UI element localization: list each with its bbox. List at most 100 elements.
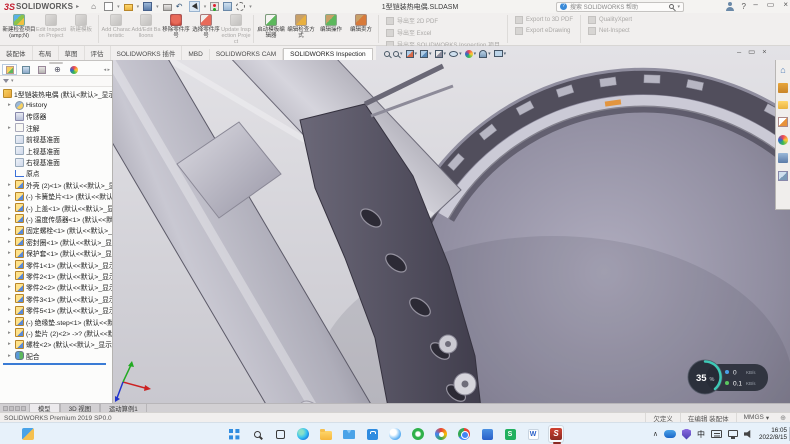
- expand-arrow-icon[interactable]: ▸: [8, 227, 15, 233]
- export-excel-button[interactable]: 导出至 Excel: [386, 28, 500, 37]
- expand-arrow-icon[interactable]: ▸: [8, 273, 15, 279]
- tab-mbd[interactable]: MBD: [182, 49, 209, 60]
- clock[interactable]: 16:05 2022/8/15: [759, 427, 787, 442]
- model-render[interactable]: 35 % 0 KB/s 0.1 KB/s: [113, 46, 790, 403]
- undo-icon[interactable]: ↶: [176, 2, 185, 11]
- tree-item-component[interactable]: ▸固定螺栓<1> (默认<<默认>_显示: [0, 225, 112, 236]
- view-settings-icon[interactable]: ▾: [494, 50, 507, 57]
- expand-arrow-icon[interactable]: ▸: [8, 182, 15, 188]
- search-caret-icon[interactable]: ▾: [677, 4, 680, 10]
- tree-item-component[interactable]: ▸(-) 卡簧垫片<1> (默认<<默认>_显: [0, 191, 112, 202]
- edit-inspection-methods-button[interactable]: 编辑检查方式: [286, 13, 316, 45]
- zoom-to-fit-icon[interactable]: [384, 51, 390, 57]
- tree-item-front-plane[interactable]: 前视基准面: [0, 134, 112, 145]
- propertymanager-tab[interactable]: [18, 64, 33, 75]
- security-shield-icon[interactable]: [682, 429, 691, 440]
- expand-arrow-icon[interactable]: ▸: [8, 353, 15, 359]
- tree-item-component[interactable]: ▸(-) 上盖<1> (默认<<默认>_显示状: [0, 202, 112, 213]
- add-characteristic-button[interactable]: Add Characteristic: [101, 13, 131, 45]
- tree-root-assembly[interactable]: 1型铠装热电偶 (默认<默认>_显示状态-1: [0, 88, 112, 99]
- new-caret-icon[interactable]: ▾: [117, 4, 120, 10]
- doc-restore-button[interactable]: ▭: [748, 47, 755, 56]
- expand-arrow-icon[interactable]: ▸: [8, 250, 15, 256]
- tree-item-origin[interactable]: 原点: [0, 168, 112, 179]
- expand-arrow-icon[interactable]: ▸: [8, 284, 15, 290]
- launch-template-editor-button[interactable]: 启动模板编辑器: [256, 13, 286, 45]
- configurationmanager-tab[interactable]: [34, 64, 49, 75]
- tab-3d-views[interactable]: 3D 视图: [60, 404, 100, 412]
- tree-item-component[interactable]: ▸密封圈<1> (默认<<默认>_显示状: [0, 236, 112, 247]
- save-icon[interactable]: [143, 2, 152, 11]
- tree-filter-bar[interactable]: ▾: [0, 76, 112, 87]
- view-palette-icon[interactable]: [778, 117, 788, 127]
- tree-item-annotations[interactable]: ▸注解: [0, 122, 112, 133]
- browser-cloud-icon[interactable]: [387, 425, 403, 443]
- cast-display-icon[interactable]: [728, 430, 738, 437]
- section-view-icon[interactable]: ▾: [406, 50, 418, 58]
- ime-keyboard-icon[interactable]: [711, 430, 722, 438]
- expand-arrow-icon[interactable]: ▸: [8, 216, 15, 222]
- tab-motion-study[interactable]: 运动算例1: [100, 404, 147, 412]
- custom-properties-icon[interactable]: [778, 153, 788, 163]
- edit-appearance-icon[interactable]: ▾: [465, 50, 477, 58]
- view-orientation-icon[interactable]: ▾: [420, 50, 432, 58]
- solidworks-forum-icon[interactable]: [778, 171, 788, 181]
- featuremanager-tree-tab[interactable]: [2, 64, 17, 75]
- expand-arrow-icon[interactable]: ▸: [8, 330, 15, 336]
- tree-item-component[interactable]: ▸外壳 (2)<1> (默认<<默认>_显示状: [0, 179, 112, 190]
- file-explorer-pane-icon[interactable]: [778, 101, 788, 109]
- status-globe-icon[interactable]: ⊕: [776, 414, 790, 422]
- displaymanager-tab[interactable]: [66, 64, 81, 75]
- tab-sw-inspection[interactable]: SOLIDWORKS Inspection: [283, 48, 373, 60]
- tree-item-sensors[interactable]: 传感器: [0, 111, 112, 122]
- new-inspection-project-button[interactable]: 新建检查项目 (amp;N): [2, 13, 36, 45]
- options-caret-icon[interactable]: ▾: [249, 4, 252, 10]
- tab-layout[interactable]: 布局: [33, 46, 59, 60]
- select-caret-icon[interactable]: ▾: [204, 4, 207, 10]
- export-2d-pdf-button[interactable]: 导出至 2D PDF: [386, 16, 500, 25]
- wps-office-icon[interactable]: W: [525, 425, 541, 443]
- green-s-app-icon[interactable]: S: [502, 425, 518, 443]
- expand-arrow-icon[interactable]: ▸: [8, 319, 15, 325]
- tree-item-component[interactable]: ▸零件3<1> (默认<<默认>_显示状态: [0, 293, 112, 304]
- expand-arrow-icon[interactable]: ▸: [8, 239, 15, 245]
- hidden-icons-chevron[interactable]: ∧: [653, 430, 658, 438]
- new-document-icon[interactable]: [104, 2, 113, 11]
- tree-item-history[interactable]: ▸History: [0, 99, 112, 110]
- expand-arrow-icon[interactable]: ▸: [8, 125, 15, 131]
- tab-sw-cam[interactable]: SOLIDWORKS CAM: [210, 49, 283, 60]
- graphics-area[interactable]: 35 % 0 KB/s 0.1 KB/s: [113, 46, 790, 403]
- edit-operations-button[interactable]: 编辑操作: [316, 13, 346, 45]
- design-library-icon[interactable]: [778, 83, 788, 93]
- new-template-button[interactable]: 新建模板: [66, 13, 96, 45]
- tab-model[interactable]: 模型: [29, 404, 60, 412]
- splitter-handles[interactable]: [0, 404, 29, 412]
- expand-arrow-icon[interactable]: ▸: [8, 205, 15, 211]
- expand-arrow-icon[interactable]: ▸: [8, 262, 15, 268]
- edit-vendors-button[interactable]: 编辑卖方: [346, 13, 376, 45]
- tab-scroll-arrows[interactable]: ◂ ▸: [104, 67, 112, 73]
- tree-item-component[interactable]: ▸(-) 绝缘垫.step<1> (默认<<默认>: [0, 316, 112, 327]
- print-icon[interactable]: [163, 4, 172, 11]
- tab-sw-addins[interactable]: SOLIDWORKS 插件: [111, 46, 183, 60]
- update-inspection-project-button[interactable]: Update Inspection Project: [221, 13, 251, 45]
- tree-item-right-plane[interactable]: 右视基准面: [0, 156, 112, 167]
- select-balloons-button[interactable]: 选择零件序号: [191, 13, 221, 45]
- menu-expand-arrow-icon[interactable]: ▸: [76, 3, 79, 10]
- onedrive-icon[interactable]: [664, 430, 676, 438]
- browser-green-icon[interactable]: [410, 425, 426, 443]
- home-icon[interactable]: ⌂: [91, 2, 100, 11]
- user-account-icon[interactable]: [726, 2, 734, 11]
- search-box[interactable]: ? 搜索 SOLIDWORKS 帮助 ▾: [556, 2, 684, 12]
- tree-item-mates[interactable]: ▸配合: [0, 350, 112, 361]
- filter-caret-icon[interactable]: ▾: [11, 78, 14, 84]
- file-explorer-icon[interactable]: [318, 425, 334, 443]
- tab-sketch[interactable]: 草图: [59, 46, 85, 60]
- browser-360-icon[interactable]: [433, 425, 449, 443]
- file-properties-icon[interactable]: [223, 2, 232, 11]
- options-gear-icon[interactable]: [236, 2, 245, 11]
- units-selector[interactable]: MMGS▾: [736, 413, 777, 422]
- mail-icon[interactable]: [341, 425, 357, 443]
- export-3d-pdf-button[interactable]: Export to 3D PDF: [515, 16, 573, 24]
- export-edrawing-button[interactable]: Export eDrawing: [515, 27, 573, 35]
